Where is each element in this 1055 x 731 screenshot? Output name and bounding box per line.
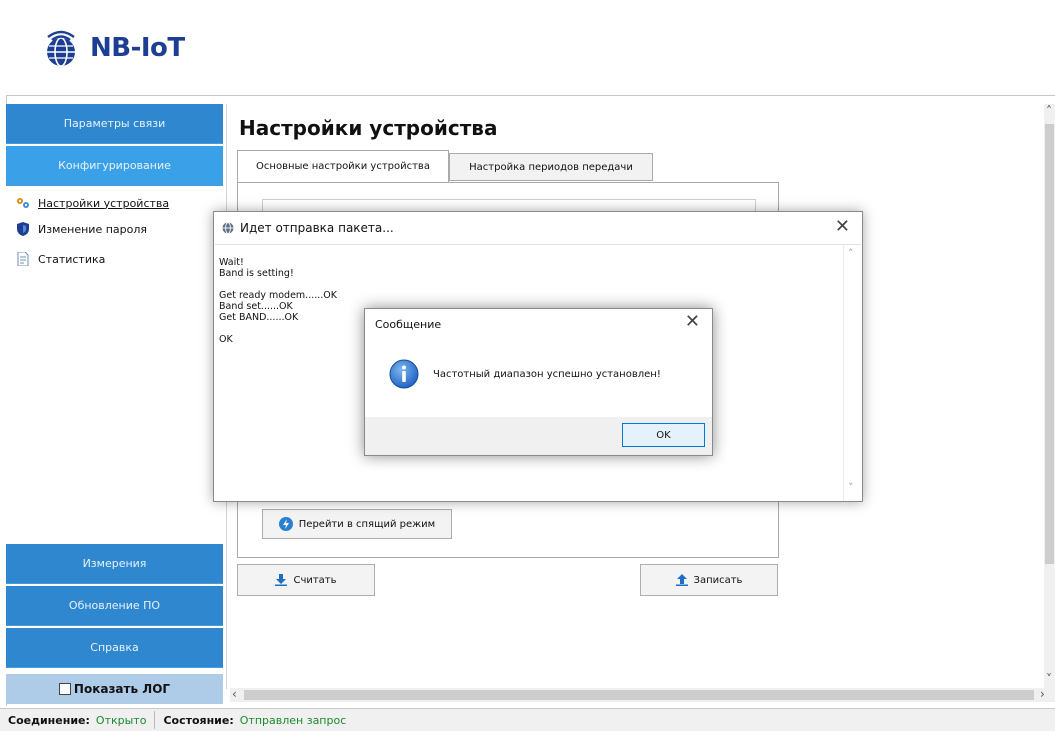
scroll-down-icon[interactable]: ˅ (848, 481, 854, 494)
sidebar: Параметры связи Конфигурирование Настрой… (6, 104, 223, 704)
sidebar-item-label: Конфигурирование (58, 159, 171, 172)
scroll-right-icon[interactable]: › (1040, 687, 1045, 701)
shield-icon (16, 222, 30, 236)
power-icon (278, 517, 293, 531)
show-log-toggle[interactable]: Показать ЛОГ (6, 674, 223, 704)
app-window: NB-IoT Параметры связи Конфигурирование … (0, 0, 1055, 731)
show-log-checkbox[interactable] (58, 683, 71, 695)
logo: NB-IoT (38, 22, 185, 74)
sidebar-subitem-change-password[interactable]: Изменение пароля (16, 222, 147, 236)
scroll-up-icon[interactable]: ˄ (1046, 104, 1052, 118)
header-divider (6, 95, 1055, 96)
sidebar-item-label: Справка (90, 641, 139, 654)
info-icon (389, 359, 419, 389)
state-label: Состояние: (163, 713, 234, 727)
app-icon (222, 222, 234, 234)
ok-label: OK (656, 429, 671, 441)
status-separator (154, 711, 156, 729)
write-label: Записать (693, 574, 743, 586)
sidebar-subitem-label: Настройки устройства (38, 196, 170, 210)
scroll-left-icon[interactable]: ‹ (232, 687, 237, 701)
sleep-mode-label: Перейти в спящий режим (298, 518, 436, 530)
document-icon (16, 252, 30, 266)
dialog-title: Идет отправка пакета... (240, 221, 394, 235)
sidebar-item-label: Обновление ПО (68, 599, 161, 612)
horizontal-scrollbar[interactable] (230, 688, 1055, 702)
message-titlebar: Сообщение (365, 309, 712, 339)
message-title: Сообщение (375, 317, 442, 331)
sidebar-subitem-label: Изменение пароля (38, 222, 148, 236)
sidebar-item-help[interactable]: Справка (6, 628, 223, 668)
sidebar-subitem-statistics[interactable]: Статистика (16, 252, 105, 266)
read-button[interactable]: Считать (237, 564, 375, 596)
scroll-up-icon[interactable]: ˄ (848, 247, 854, 260)
log-text: Wait! Band is setting! Get ready modem..… (219, 257, 338, 345)
scroll-down-icon[interactable]: ˅ (1046, 672, 1052, 686)
tab-label: Настройка периодов передачи (469, 161, 633, 173)
scroll-thumb[interactable] (1045, 124, 1054, 564)
write-button[interactable]: Записать (640, 564, 778, 596)
globe-signal-icon (47, 30, 75, 67)
read-label: Считать (293, 574, 337, 586)
vertical-scrollbar[interactable] (1044, 104, 1055, 689)
scroll-thumb[interactable] (244, 690, 1034, 700)
show-log-label: Показать ЛОГ (73, 682, 171, 696)
tab-transmission-periods[interactable]: Настройка периодов передачи (449, 153, 653, 181)
gears-icon (16, 196, 30, 210)
close-icon[interactable]: ✕ (835, 216, 850, 237)
tab-label: Основные настройки устройства (256, 161, 430, 172)
status-bar: Соединение: Открыто Состояние: Отправлен… (0, 708, 1055, 731)
connection-label: Соединение: (8, 713, 90, 727)
sidebar-item-configuration[interactable]: Конфигурирование (6, 146, 223, 186)
dialog-titlebar: Идет отправка пакета... (214, 212, 862, 244)
sidebar-item-measurements[interactable]: Измерения (6, 544, 223, 584)
sidebar-subitem-device-settings[interactable]: Настройки устройства (16, 196, 169, 210)
sidebar-item-label: Измерения (82, 557, 147, 570)
log-scrollbar[interactable]: ˄ ˅ (843, 245, 861, 501)
upload-icon (675, 574, 688, 586)
close-icon[interactable]: ✕ (685, 311, 700, 332)
connection-value: Открыто (95, 713, 147, 727)
state-value: Отправлен запрос (239, 713, 347, 727)
sidebar-item-firmware-update[interactable]: Обновление ПО (6, 586, 223, 626)
message-box: Сообщение ✕ Частотный диапазон успешно у… (364, 308, 713, 456)
sidebar-subitem-label: Статистика (38, 252, 106, 266)
sleep-mode-button[interactable]: Перейти в спящий режим (262, 509, 452, 539)
ok-button[interactable]: OK (622, 423, 705, 447)
message-text: Частотный диапазон успешно установлен! (433, 369, 661, 380)
sidebar-item-label: Параметры связи (63, 117, 166, 130)
sidebar-item-connection-params[interactable]: Параметры связи (6, 104, 223, 144)
message-body: Частотный диапазон успешно установлен! (365, 339, 712, 417)
page-title: Настройки устройства (239, 116, 498, 140)
download-icon (275, 574, 288, 586)
tab-main-settings[interactable]: Основные настройки устройства (237, 150, 449, 182)
logo-text: NB-IoT (90, 33, 185, 63)
